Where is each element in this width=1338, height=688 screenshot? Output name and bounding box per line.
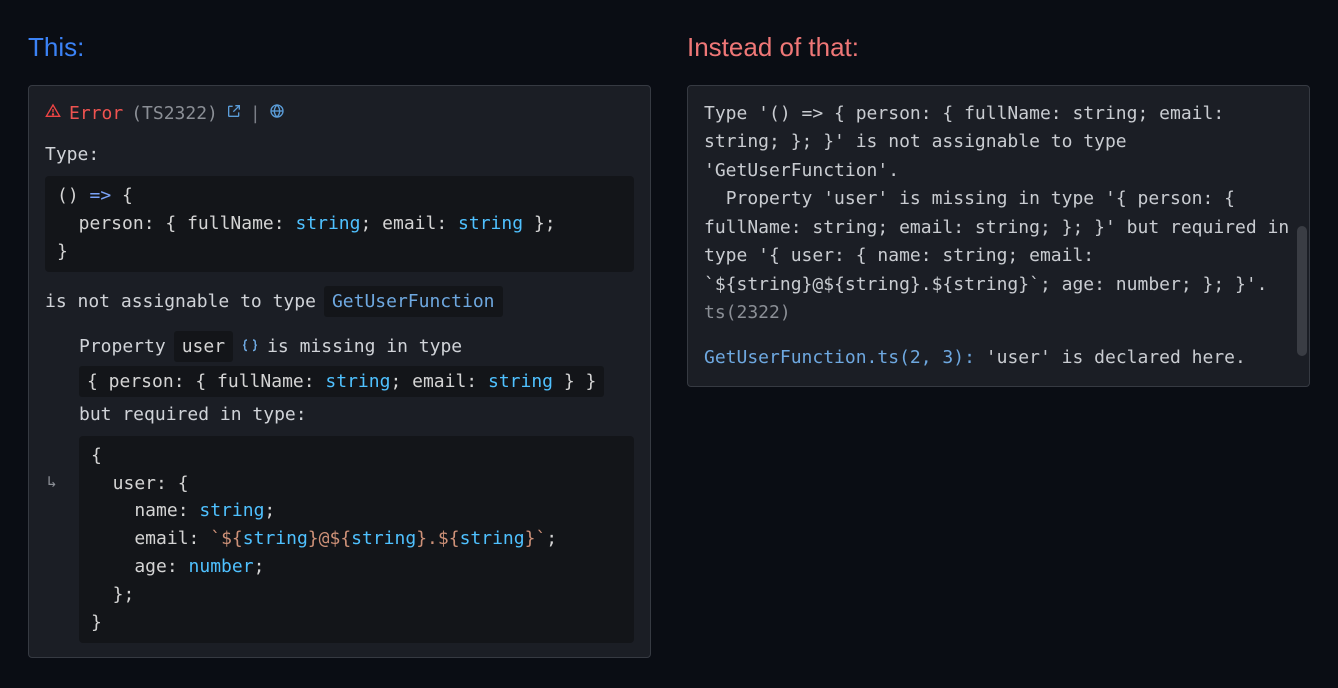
source-link-tail: 'user' is declared here. bbox=[975, 347, 1246, 368]
error-header: Error (TS2322) | bbox=[45, 100, 634, 127]
error-label: Error bbox=[69, 100, 123, 127]
heading-that: Instead of that: bbox=[687, 28, 1310, 67]
braces-icon[interactable] bbox=[241, 337, 259, 355]
left-column: This: Error (TS2322) | Type: () => { per… bbox=[28, 28, 651, 660]
type-label: Type: bbox=[45, 141, 634, 168]
raw-error-line-1: Type '() => { person: { fullName: string… bbox=[704, 100, 1293, 185]
not-assignable-text: is not assignable to type bbox=[45, 288, 316, 315]
heading-this: This: bbox=[28, 28, 651, 67]
source-type-code: () => { person: { fullName: string; emai… bbox=[45, 176, 634, 272]
not-assignable-line: is not assignable to type GetUserFunctio… bbox=[45, 286, 634, 317]
required-type-code: { user: { name: string; email: `${string… bbox=[79, 436, 634, 643]
missing-text: is missing in type bbox=[267, 333, 462, 360]
raw-error-source: GetUserFunction.ts(2, 3): 'user' is decl… bbox=[704, 344, 1293, 372]
property-name-chip: user bbox=[174, 331, 233, 362]
warning-icon bbox=[45, 102, 61, 126]
pretty-error-panel: Error (TS2322) | Type: () => { person: {… bbox=[28, 85, 651, 658]
target-type-chip[interactable]: GetUserFunction bbox=[324, 286, 503, 317]
source-link[interactable]: GetUserFunction.ts(2, 3): bbox=[704, 347, 975, 368]
property-label: Property bbox=[79, 333, 166, 360]
external-link-icon[interactable] bbox=[226, 100, 242, 127]
inline-type-chip: { person: { fullName: string; email: str… bbox=[79, 366, 604, 397]
scrollbar[interactable] bbox=[1297, 226, 1307, 356]
separator: | bbox=[250, 100, 261, 127]
raw-error-line-2: Property 'user' is missing in type '{ pe… bbox=[704, 185, 1293, 327]
right-column: Instead of that: Type '() => { person: {… bbox=[687, 28, 1310, 660]
detail-block: Property user is missing in type { perso… bbox=[79, 331, 634, 643]
arrow-icon: ↳ bbox=[47, 470, 57, 494]
but-required-text: but required in type: bbox=[79, 401, 307, 428]
error-code: (TS2322) bbox=[131, 100, 218, 127]
raw-error-panel: Type '() => { person: { fullName: string… bbox=[687, 85, 1310, 387]
required-type-wrapper: ↳ { user: { name: string; email: `${stri… bbox=[79, 436, 634, 643]
globe-icon[interactable] bbox=[269, 100, 285, 127]
